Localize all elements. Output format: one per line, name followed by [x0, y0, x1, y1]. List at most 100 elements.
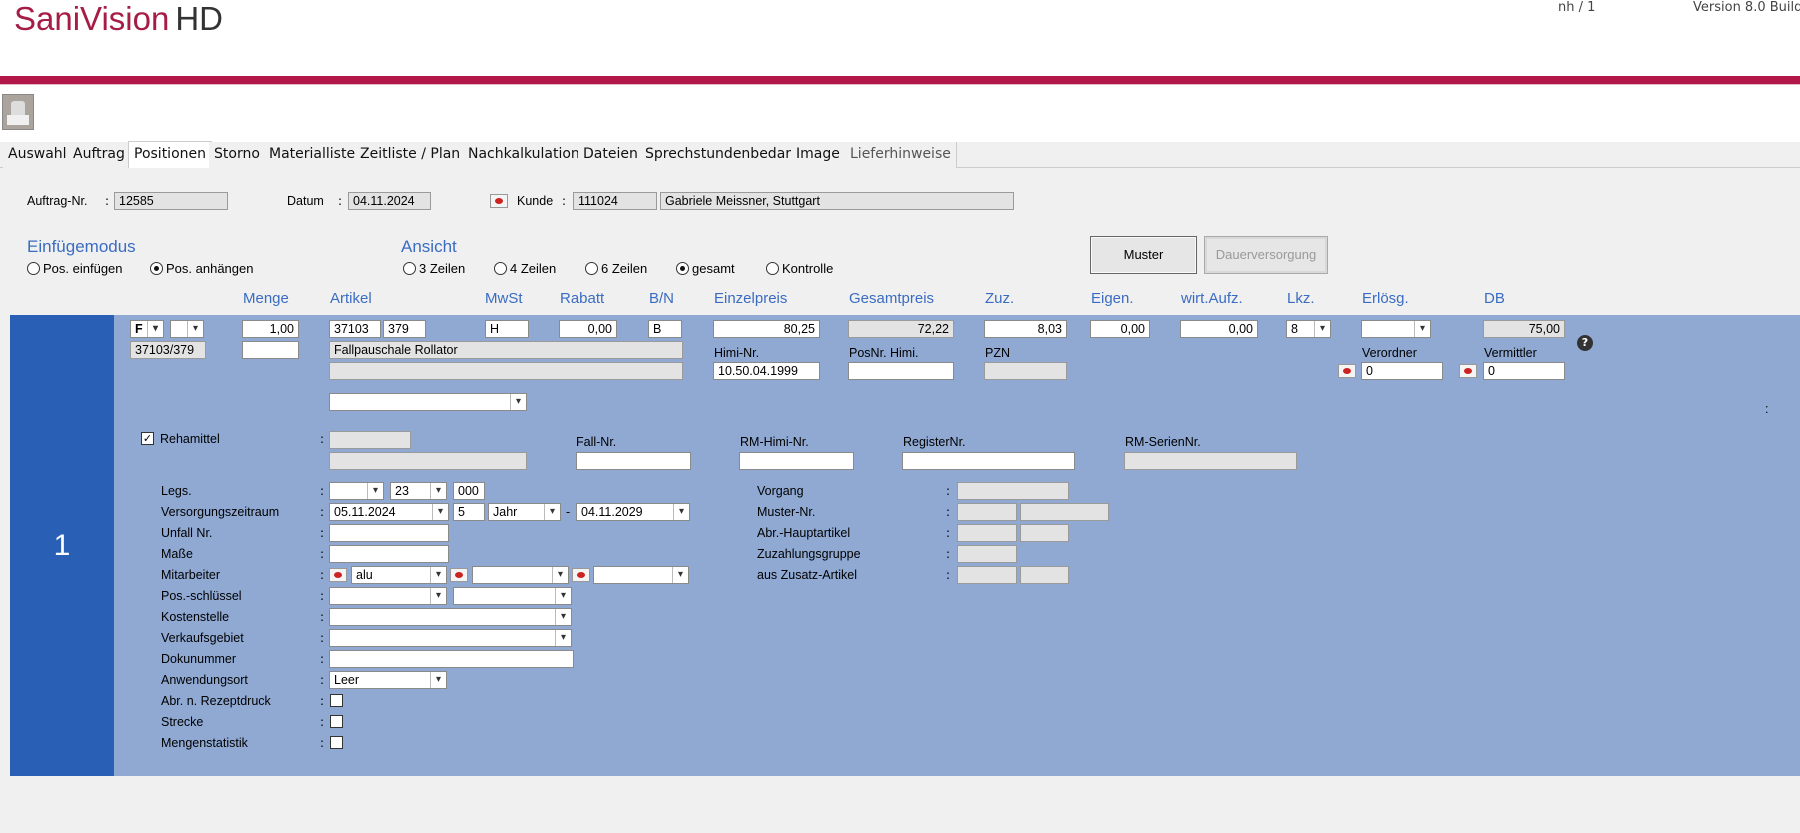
app-image-icon[interactable] [2, 94, 34, 130]
zuzahlungsgruppe-field[interactable] [957, 545, 1017, 563]
posnr-himi-field[interactable] [848, 362, 954, 380]
pos-schluessel2-select[interactable]: ▾ [453, 587, 572, 605]
auftrag-nr-field[interactable]: 12585 [114, 192, 228, 210]
versorgung-anzahl-field[interactable]: 5 [453, 503, 485, 521]
tab-auswahl[interactable]: Auswahl [3, 142, 73, 168]
abr-hauptartikel2-field[interactable] [1020, 524, 1069, 542]
lkz-select[interactable]: 8 ▾ [1286, 320, 1331, 338]
kostenstelle-select[interactable]: ▾ [329, 608, 572, 626]
position-code-field[interactable]: 37103/379 [130, 341, 206, 359]
versorgung-bis-select[interactable]: 04.11.2029 ▾ [576, 503, 690, 521]
radio-pos-anhaengen[interactable]: Pos. anhängen [150, 261, 253, 276]
position-subtype-select[interactable]: ▾ [170, 320, 204, 338]
help-icon[interactable]: ? [1577, 335, 1593, 351]
radio-gesamt[interactable]: gesamt [676, 261, 735, 276]
tab-lieferhinweise[interactable]: Lieferhinweise [845, 142, 957, 168]
legs3-field[interactable]: 000 [453, 482, 485, 500]
wirt-aufz-field[interactable]: 0,00 [1180, 320, 1258, 338]
rehamittel-checkbox[interactable]: ✓ [141, 432, 154, 445]
versorgung-einheit-select[interactable]: Jahr ▾ [488, 503, 561, 521]
zuz-field[interactable]: 8,03 [984, 320, 1067, 338]
abr-rezeptdruck-checkbox[interactable] [330, 694, 343, 707]
col-eigen: Eigen. [1091, 290, 1134, 307]
mwst-field[interactable]: H [485, 320, 529, 338]
rehamittel-field[interactable] [329, 431, 411, 449]
radio-4-zeilen[interactable]: 4 Zeilen [494, 261, 556, 276]
colon: : [320, 589, 325, 603]
legs-select[interactable]: ▾ [329, 482, 384, 500]
dauerversorgung-button[interactable]: Dauerversorgung [1204, 236, 1328, 274]
kunde-name-field[interactable]: Gabriele Meissner, Stuttgart [660, 192, 1014, 210]
tab-dateien[interactable]: Dateien [578, 142, 644, 168]
mitarbeiter3-select[interactable]: ▾ [593, 566, 689, 584]
eye-icon[interactable] [1459, 364, 1477, 378]
legs2-select[interactable]: 23 ▾ [390, 482, 447, 500]
tab-nachkalkulation[interactable]: Nachkalkulation [463, 142, 586, 168]
anwendungsort-select[interactable]: Leer ▾ [329, 671, 447, 689]
erloesg-select[interactable]: ▾ [1361, 320, 1431, 338]
eye-icon[interactable] [1338, 364, 1356, 378]
bezeichnung-field[interactable]: Fallpauschale Rollator [329, 341, 683, 359]
col-einzelpreis: Einzelpreis [714, 290, 788, 307]
rehamittel2-field[interactable] [329, 452, 527, 470]
chevron-down-icon: ▾ [555, 630, 571, 646]
unfall-nr-field[interactable] [329, 524, 449, 542]
kunde-nr-field[interactable]: 111024 [573, 192, 657, 210]
vorgang-field[interactable] [957, 482, 1069, 500]
artikel-extra-select[interactable]: ▾ [329, 393, 527, 411]
tab-auftrag[interactable]: Auftrag [68, 142, 131, 168]
eye-icon[interactable] [329, 568, 347, 582]
col-lkz: Lkz. [1287, 290, 1315, 307]
rm-serien-nr-field[interactable] [1124, 452, 1297, 470]
bn-field[interactable]: B [648, 320, 682, 338]
strecke-checkbox[interactable] [330, 715, 343, 728]
bezeichnung2-field[interactable] [329, 362, 683, 380]
radio-kontrolle[interactable]: Kontrolle [766, 261, 833, 276]
db-field[interactable]: 75,00 [1483, 320, 1565, 338]
artikel-sub-field[interactable]: 379 [383, 320, 426, 338]
register-nr-field[interactable] [902, 452, 1075, 470]
position-type-select[interactable]: F ▾ [130, 320, 164, 338]
masse-field[interactable] [329, 545, 449, 563]
tab-image[interactable]: Image [791, 142, 846, 168]
versorgung-von-select[interactable]: 05.11.2024 ▾ [329, 503, 449, 521]
mitarbeiter2-select[interactable]: ▾ [472, 566, 569, 584]
menge-sub-field[interactable] [242, 341, 299, 359]
pos-schluessel1-select[interactable]: ▾ [329, 587, 447, 605]
menge-field[interactable]: 1,00 [242, 320, 299, 338]
fall-nr-field[interactable] [576, 452, 691, 470]
mengenstatistik-checkbox[interactable] [330, 736, 343, 749]
tab-positionen[interactable]: Positionen [128, 141, 212, 169]
mitarbeiter1-select[interactable]: alu ▾ [351, 566, 447, 584]
eye-icon[interactable] [450, 568, 468, 582]
tab-zeitliste[interactable]: Zeitliste / Plan [355, 142, 467, 168]
muster-nr1-field[interactable] [957, 503, 1017, 521]
artikel-nr-field[interactable]: 37103 [329, 320, 381, 338]
tab-sprechstundenbedarf[interactable]: Sprechstundenbedarf [640, 142, 802, 168]
abr-hauptartikel1-field[interactable] [957, 524, 1017, 542]
muster-button[interactable]: Muster [1090, 236, 1197, 274]
einzelpreis-field[interactable]: 80,25 [713, 320, 820, 338]
verkaufsgebiet-select[interactable]: ▾ [329, 629, 572, 647]
radio-pos-einfuegen[interactable]: Pos. einfügen [27, 261, 123, 276]
pzn-field[interactable] [984, 362, 1067, 380]
vermittler-field[interactable]: 0 [1483, 362, 1565, 380]
eigen-field[interactable]: 0,00 [1090, 320, 1150, 338]
muster-nr2-field[interactable] [1020, 503, 1109, 521]
himi-nr-field[interactable]: 10.50.04.1999 [713, 362, 820, 380]
gesamtpreis-field[interactable]: 72,22 [848, 320, 954, 338]
tab-materialliste[interactable]: Materialliste [264, 142, 362, 168]
datum-field[interactable]: 04.11.2024 [348, 192, 431, 210]
radio-3-zeilen[interactable]: 3 Zeilen [403, 261, 465, 276]
rm-himi-nr-field[interactable] [739, 452, 854, 470]
eye-icon[interactable] [490, 194, 508, 208]
aus-zusatz-artikel2-field[interactable] [1020, 566, 1069, 584]
radio-6-zeilen[interactable]: 6 Zeilen [585, 261, 647, 276]
register-nr-label: RegisterNr. [903, 435, 966, 449]
rabatt-field[interactable]: 0,00 [559, 320, 617, 338]
dokunummer-field[interactable] [329, 650, 574, 668]
verordner-field[interactable]: 0 [1361, 362, 1443, 380]
aus-zusatz-artikel1-field[interactable] [957, 566, 1017, 584]
eye-icon[interactable] [572, 568, 590, 582]
tab-storno[interactable]: Storno [209, 142, 266, 168]
